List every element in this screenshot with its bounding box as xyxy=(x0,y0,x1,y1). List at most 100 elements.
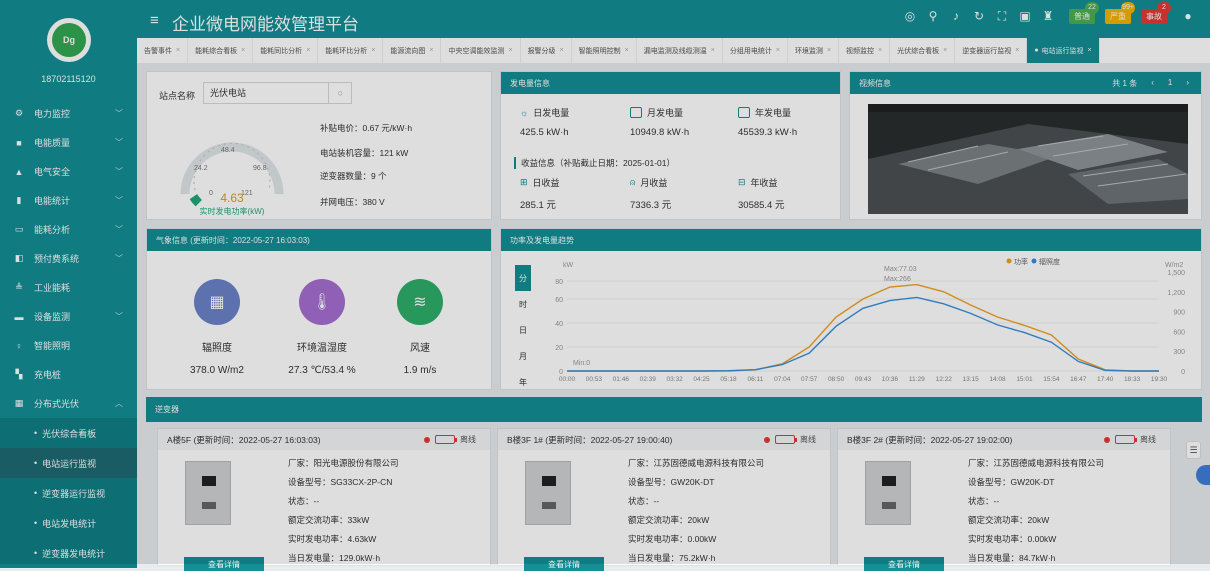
search-icon[interactable]: ⚲ xyxy=(925,8,941,24)
menu-icon: ◧ xyxy=(14,253,24,263)
page-tab[interactable]: 环境监测 × xyxy=(788,38,840,63)
weather-wind: ≋ 风速 1.9 m/s xyxy=(380,279,460,376)
alarm-badge[interactable]: 普通 22 xyxy=(1069,1,1099,24)
close-icon[interactable]: × xyxy=(776,47,780,54)
sidebar-item[interactable]: ♀ 智能照明 xyxy=(0,331,137,360)
screen-icon[interactable]: ▣ xyxy=(1017,8,1033,24)
x-tick: 05:18 xyxy=(720,376,737,383)
page-tab[interactable]: 能耗环比分析 × xyxy=(318,38,384,63)
granularity-tab[interactable]: 日 xyxy=(515,317,531,343)
gauge-tick: 96.8 xyxy=(253,165,267,172)
sidebar-item[interactable]: ≜ 工业能耗 xyxy=(0,273,137,302)
menu-icon: ▚ xyxy=(15,369,23,379)
granularity-tab[interactable]: 时 xyxy=(515,291,531,317)
close-icon[interactable]: × xyxy=(1015,47,1019,54)
view-detail-button[interactable]: 查看详情 xyxy=(184,557,264,571)
sidebar-item-label: 工业能耗 xyxy=(34,283,71,293)
video-page-number[interactable]: 1 xyxy=(1168,78,1172,89)
page-tab[interactable]: ● 电站运行监视 × xyxy=(1027,38,1100,63)
sidebar-subitem[interactable]: • 电站发电统计 xyxy=(0,508,137,538)
close-icon[interactable]: × xyxy=(711,47,715,54)
page-tab[interactable]: 中央空调能效监测 × xyxy=(441,38,521,63)
sidebar-item[interactable]: ▲ 电气安全 ﹀ xyxy=(0,157,137,186)
alarm-badge[interactable]: 严重 99+ xyxy=(1105,1,1135,24)
close-icon[interactable]: × xyxy=(878,47,882,54)
sidebar-item-label: 预付费系统 xyxy=(34,254,80,264)
granularity-tab[interactable]: 分 xyxy=(515,265,531,291)
max2-label: Max:266 xyxy=(884,276,911,283)
close-icon[interactable]: × xyxy=(827,47,831,54)
close-icon[interactable]: × xyxy=(1088,47,1092,54)
sidebar-item[interactable]: ▬ 设备监测 ﹀ xyxy=(0,302,137,331)
refresh-icon[interactable]: ↻ xyxy=(971,8,987,24)
page-tab[interactable]: 光伏综合看板 × xyxy=(890,38,956,63)
legend-label[interactable]: 功率 xyxy=(1014,257,1028,266)
page-tab[interactable]: 视频监控 × xyxy=(839,38,891,63)
sidebar-subitem[interactable]: • 光伏综合看板 xyxy=(0,418,137,448)
status-dot-icon xyxy=(424,436,430,443)
alarm-badge[interactable]: 事故 2 xyxy=(1141,1,1171,24)
close-icon[interactable]: × xyxy=(560,47,564,54)
sidebar-item[interactable]: ⚙ 电力监控 ﹀ xyxy=(0,99,137,128)
wallet-icon: ⊟ xyxy=(738,177,746,187)
video-next-button[interactable]: › xyxy=(1186,78,1189,89)
user-icon[interactable]: ● xyxy=(1180,8,1196,24)
page-tab[interactable]: 报警分级 × xyxy=(521,38,572,63)
granularity-tab[interactable]: 年 xyxy=(515,369,531,395)
x-tick: 18:33 xyxy=(1124,376,1141,383)
settings-float-button[interactable]: ☰ xyxy=(1186,441,1201,459)
user-id: 18702115120 xyxy=(41,74,96,84)
bullet-icon: • xyxy=(34,428,38,438)
close-icon[interactable]: × xyxy=(625,47,629,54)
sidebar-item[interactable]: ◧ 预付费系统 ﹀ xyxy=(0,244,137,273)
x-tick: 11:29 xyxy=(909,376,925,383)
page-tab[interactable]: 能耗综合看板 × xyxy=(188,38,254,63)
close-icon[interactable]: × xyxy=(371,47,375,54)
legend-label[interactable]: 辐照度 xyxy=(1039,257,1060,266)
fullscreen-icon[interactable]: ⛶ xyxy=(994,8,1010,24)
station-search-button[interactable]: ○ xyxy=(328,82,352,104)
tab-label: 能耗综合看板 xyxy=(195,47,238,55)
view-detail-button[interactable]: 查看详情 xyxy=(524,557,604,571)
active-dot-icon: ● xyxy=(1034,47,1039,54)
page-tab[interactable]: 能源流向图 × xyxy=(383,38,442,63)
income-title: 收益信息（补贴截止日期：2025-01-01） xyxy=(514,157,675,169)
close-icon[interactable]: × xyxy=(176,47,180,54)
sidebar-item[interactable]: ▭ 能耗分析 ﹀ xyxy=(0,215,137,244)
close-icon[interactable]: × xyxy=(241,47,245,54)
tab-label: 能耗同比分析 xyxy=(260,47,303,55)
video-prev-button[interactable]: ‹ xyxy=(1151,78,1154,89)
sidebar-item[interactable]: ▮ 电能统计 ﹀ xyxy=(0,186,137,215)
bell-off-icon[interactable]: ♪ xyxy=(948,8,964,24)
video-feed[interactable] xyxy=(868,104,1188,214)
inverter-field: 状态：-- xyxy=(968,496,1000,506)
page-tab[interactable]: 分组用电统计 × xyxy=(723,38,788,63)
sidebar-subitem[interactable]: • 逆变器运行监视 xyxy=(0,478,137,508)
x-tick: 13:15 xyxy=(962,376,979,383)
y-right-tick: 300 xyxy=(1173,349,1185,356)
menu-toggle-icon[interactable]: ≡ xyxy=(150,12,159,29)
sidebar-item[interactable]: ■ 电能质量 ﹀ xyxy=(0,128,137,157)
page-tab[interactable]: 能耗同比分析 × xyxy=(253,38,319,63)
shirt-icon[interactable]: ♜ xyxy=(1040,8,1056,24)
sidebar-item[interactable]: ▚ 充电桩 xyxy=(0,360,137,389)
page-tab[interactable]: 漏电监测及线缆测温 × xyxy=(637,38,723,63)
target-icon[interactable]: ◎ xyxy=(902,8,918,24)
close-icon[interactable]: × xyxy=(306,47,310,54)
close-icon[interactable]: × xyxy=(429,47,433,54)
side-float-tab[interactable] xyxy=(1196,465,1210,485)
close-icon[interactable]: × xyxy=(943,47,947,54)
income-year: ⊟ 年收益 30585.4 元 xyxy=(738,176,784,211)
close-icon[interactable]: × xyxy=(508,47,512,54)
video-card: 视频信息 共 1 条 ‹ 1 › xyxy=(849,71,1202,220)
alarm-count: 99+ xyxy=(1121,1,1135,14)
page-tab[interactable]: 智能照明控制 × xyxy=(572,38,637,63)
sidebar-item[interactable]: ▦ 分布式光伏 ︿ xyxy=(0,389,137,418)
sidebar-subitem[interactable]: • 电站运行监视 xyxy=(0,448,137,478)
granularity-tab[interactable]: 月 xyxy=(515,343,531,369)
page-tab[interactable]: 逆变器运行监视 × xyxy=(955,38,1028,63)
view-detail-button[interactable]: 查看详情 xyxy=(864,557,944,571)
tab-label: 视频监控 xyxy=(846,47,875,55)
page-tab[interactable]: 告警事件 × xyxy=(137,38,189,63)
calendar-icon xyxy=(738,107,750,118)
